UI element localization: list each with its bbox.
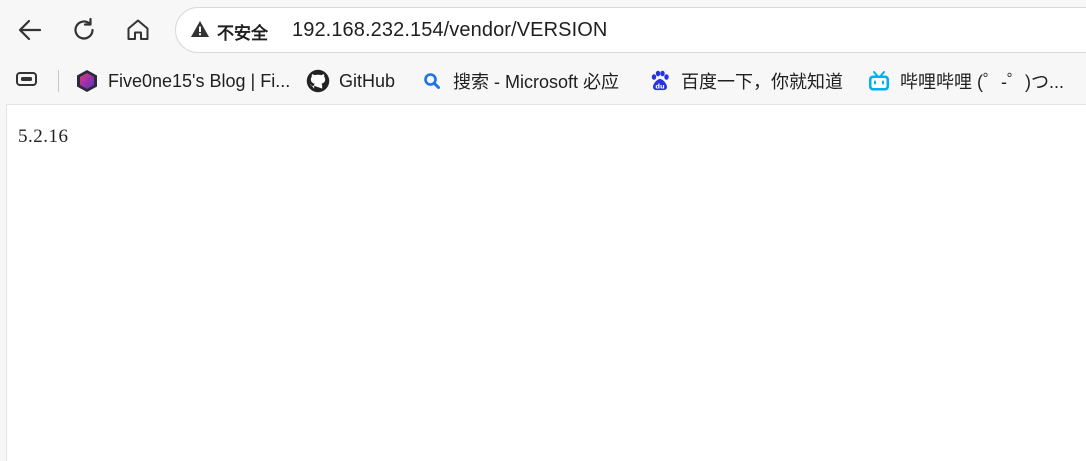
bookmark-baidu[interactable]: du 百度一下，你就知道 xyxy=(648,67,843,95)
back-button[interactable] xyxy=(12,12,48,48)
github-icon xyxy=(306,69,330,93)
home-icon xyxy=(124,16,152,44)
svg-text:du: du xyxy=(655,83,665,91)
bookmark-bing[interactable]: 搜索 - Microsoft 必应 xyxy=(420,67,619,95)
tab-groups-icon xyxy=(15,69,39,94)
baidu-paw-icon: du xyxy=(648,69,672,93)
url-text[interactable]: 192.168.232.154/vendor/VERSION xyxy=(292,19,607,42)
bookmark-label: 百度一下，你就知道 xyxy=(681,72,843,92)
warning-triangle-icon xyxy=(190,19,210,44)
bookmark-label: GitHub xyxy=(339,70,396,91)
bookmark-label: 哔哩哔哩 (゜-゜)つ... xyxy=(900,72,1064,92)
bookmarks-bar: Five0ne15's Blog | Fi... GitHub 搜索 - Mic… xyxy=(0,60,1086,102)
browser-toolbar: 不安全 192.168.232.154/vendor/VERSION xyxy=(0,0,1086,60)
security-indicator[interactable]: 不安全 xyxy=(190,18,268,44)
back-arrow-icon xyxy=(16,16,44,44)
bilibili-tv-icon xyxy=(867,69,891,93)
bookmark-label: Five0ne15's Blog | Fi... xyxy=(108,70,291,91)
bookmark-bilibili[interactable]: 哔哩哔哩 (゜-゜)つ... xyxy=(867,67,1064,95)
tab-groups-button[interactable] xyxy=(14,69,40,93)
home-button[interactable] xyxy=(120,12,156,48)
version-text: 5.2.16 xyxy=(18,126,69,147)
browser-window: 不安全 192.168.232.154/vendor/VERSION Five0… xyxy=(0,0,1086,461)
reload-icon xyxy=(70,16,98,44)
page-content: 5.2.16 xyxy=(6,104,1086,461)
bookmarks-separator xyxy=(58,70,59,92)
bookmark-label: 搜索 - Microsoft 必应 xyxy=(453,72,620,92)
security-label: 不安全 xyxy=(217,23,268,43)
bing-search-icon xyxy=(420,69,444,93)
address-bar[interactable]: 不安全 192.168.232.154/vendor/VERSION xyxy=(175,7,1086,53)
bookmark-five0ne15-blog[interactable]: Five0ne15's Blog | Fi... xyxy=(75,67,290,95)
bookmark-github[interactable]: GitHub xyxy=(306,67,395,95)
hexagon-logo-icon xyxy=(75,69,99,93)
reload-button[interactable] xyxy=(66,12,102,48)
